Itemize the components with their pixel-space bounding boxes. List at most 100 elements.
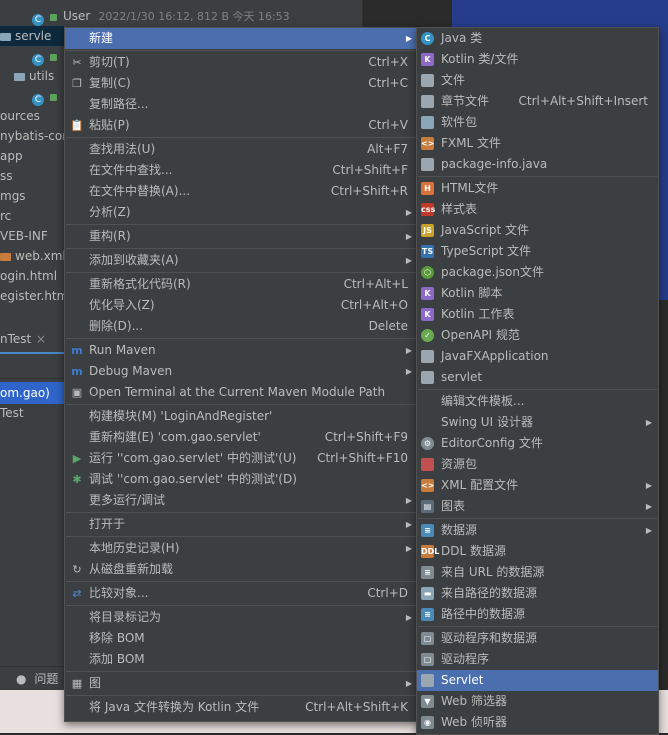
menu-item[interactable]: ▣ Open Terminal at the Current Maven Modu…: [65, 382, 418, 403]
submenu-item[interactable]: 编辑文件模板...: [417, 391, 658, 412]
menu-item[interactable]: ▶ 运行 ''com.gao.servlet' 中的测试'(U) Ctrl+Shif…: [65, 448, 418, 469]
run-tab[interactable]: nTest ×: [0, 330, 64, 354]
java-class-icon: C: [32, 54, 44, 66]
submenu-item[interactable]: ▤ 图表 ▶: [417, 496, 658, 517]
submenu-item[interactable]: 章节文件 Ctrl+Alt+Shift+Insert: [417, 91, 658, 112]
submenu-item[interactable]: 资源包: [417, 454, 658, 475]
menu-item[interactable]: ✂ 剪切(T) Ctrl+X: [65, 52, 418, 73]
submenu-item[interactable]: ▼ Web 筛选器: [417, 691, 658, 712]
menu-item[interactable]: 添加 BOM: [65, 649, 418, 670]
menu-item[interactable]: m Debug Maven ▶: [65, 361, 418, 382]
menu-item[interactable]: 更多运行/调试 ▶: [65, 490, 418, 511]
submenu-item[interactable]: ▬ 来自路径的数据源: [417, 583, 658, 604]
menu-item[interactable]: 复制路径...: [65, 94, 418, 115]
submenu-item[interactable]: K Kotlin 类/文件: [417, 49, 658, 70]
problems-tab[interactable]: ● 问题: [0, 666, 64, 691]
submenu-item[interactable]: ≡ 数据源 ▶: [417, 520, 658, 541]
tree-item[interactable]: C: [0, 86, 63, 106]
tree-item[interactable]: web.xml: [0, 246, 66, 266]
submenu-item[interactable]: JS JavaScript 文件: [417, 220, 658, 241]
tree-item[interactable]: rc: [0, 206, 11, 226]
submenu-item[interactable]: css 样式表: [417, 199, 658, 220]
tree-item[interactable]: servle: [0, 26, 64, 46]
file-icon: [421, 74, 434, 87]
run-test-item[interactable]: Test: [0, 403, 64, 423]
menu-item[interactable]: ↻ 从磁盘重新加载: [65, 559, 418, 580]
tree-item[interactable]: utils: [0, 66, 54, 86]
submenu-item[interactable]: ✓ OpenAPI 规范: [417, 325, 658, 346]
menu-item[interactable]: 移除 BOM: [65, 628, 418, 649]
chevron-right-icon: ▶: [405, 256, 412, 265]
submenu-item[interactable]: ⬡ package.json文件: [417, 262, 658, 283]
menu-item[interactable]: 查找用法(U) Alt+F7: [65, 139, 418, 160]
menu-item[interactable]: 新建 ▶: [65, 28, 418, 49]
close-icon[interactable]: ×: [36, 332, 46, 346]
java-class-icon: C: [32, 94, 44, 106]
menu-item[interactable]: 在文件中替换(A)... Ctrl+Shift+R: [65, 181, 418, 202]
submenu-item[interactable]: Servlet: [417, 670, 658, 691]
tree-item[interactable]: egister.html: [0, 286, 72, 306]
menu-item[interactable]: 📋 粘贴(P) Ctrl+V: [65, 115, 418, 136]
drivers-datasources-icon: ▢: [421, 632, 434, 645]
run-selected-item[interactable]: om.gao): [0, 382, 64, 404]
menu-item-label: 在文件中替换(A)...: [89, 184, 191, 198]
menu-item[interactable]: 重新格式化代码(R) Ctrl+Alt+L: [65, 274, 418, 295]
submenu-item[interactable]: ◉ Web 侦听器: [417, 712, 658, 733]
run-tab-label: nTest: [0, 332, 32, 346]
java-class-icon: C: [421, 32, 434, 45]
menu-item-shortcut: Ctrl+X: [368, 55, 408, 69]
submenu-item[interactable]: ▢ 驱动程序和数据源: [417, 628, 658, 649]
menu-item[interactable]: 删除(D)... Delete: [65, 316, 418, 337]
tree-item-label: ources: [0, 109, 40, 123]
submenu-item[interactable]: K Kotlin 工作表: [417, 304, 658, 325]
menu-item[interactable]: 添加到收藏夹(A) ▶: [65, 250, 418, 271]
submenu-item[interactable]: ≡ 路径中的数据源: [417, 604, 658, 625]
menu-item[interactable]: 打开于 ▶: [65, 514, 418, 535]
menu-item[interactable]: ❐ 复制(C) Ctrl+C: [65, 73, 418, 94]
menu-item-label: 驱动程序: [441, 652, 490, 666]
submenu-item[interactable]: <> FXML 文件: [417, 133, 658, 154]
menu-item[interactable]: 重构(R) ▶: [65, 226, 418, 247]
submenu-item[interactable]: <> XML 配置文件 ▶: [417, 475, 658, 496]
menu-item-label: 路径中的数据源: [441, 607, 526, 621]
submenu-item[interactable]: TS TypeScript 文件: [417, 241, 658, 262]
folder-icon: [0, 33, 11, 41]
menu-item[interactable]: 将 Java 文件转换为 Kotlin 文件 Ctrl+Alt+Shift+K: [65, 697, 418, 718]
submenu-item[interactable]: ⚙ EditorConfig 文件: [417, 433, 658, 454]
tree-item[interactable]: mgs: [0, 186, 26, 206]
tree-item[interactable]: VEB-INF: [0, 226, 48, 246]
tree-item[interactable]: ources: [0, 106, 40, 126]
submenu-item[interactable]: ▢ 驱动程序: [417, 649, 658, 670]
menu-item[interactable]: 本地历史记录(H) ▶: [65, 538, 418, 559]
tree-item[interactable]: ogin.html2: [0, 266, 72, 286]
submenu-item[interactable]: H HTML文件: [417, 178, 658, 199]
menu-item-label: 编辑文件模板...: [441, 394, 525, 408]
menu-item[interactable]: 重新构建(E) 'com.gao.servlet' Ctrl+Shift+F9: [65, 427, 418, 448]
chevron-right-icon: ▶: [405, 520, 412, 529]
menu-item[interactable]: 将目录标记为 ▶: [65, 607, 418, 628]
menu-item[interactable]: ⇄ 比较对象... Ctrl+D: [65, 583, 418, 604]
menu-item-label: 章节文件: [441, 94, 490, 108]
submenu-item[interactable]: 软件包: [417, 112, 658, 133]
submenu-item[interactable]: K Kotlin 脚本: [417, 283, 658, 304]
menu-item[interactable]: m Run Maven ▶: [65, 340, 418, 361]
submenu-item[interactable]: package-info.java: [417, 154, 658, 175]
menu-item-shortcut: Alt+F7: [367, 142, 408, 156]
menu-item[interactable]: 构建模块(M) 'LoginAndRegister': [65, 406, 418, 427]
submenu-item[interactable]: ≡ 来自 URL 的数据源: [417, 562, 658, 583]
tree-item[interactable]: ss: [0, 166, 13, 186]
submenu-item[interactable]: JavaFXApplication: [417, 346, 658, 367]
submenu-item[interactable]: DDL DDL 数据源: [417, 541, 658, 562]
menu-item[interactable]: 优化导入(Z) Ctrl+Alt+O: [65, 295, 418, 316]
submenu-item[interactable]: Swing UI 设计器 ▶: [417, 412, 658, 433]
tree-item[interactable]: app: [0, 146, 23, 166]
tree-item[interactable]: C User 2022/1/30 16:12, 812 B 今天 16:53: [0, 6, 290, 26]
menu-item[interactable]: 分析(Z) ▶: [65, 202, 418, 223]
submenu-item[interactable]: 文件: [417, 70, 658, 91]
menu-item[interactable]: 在文件中查找... Ctrl+Shift+F: [65, 160, 418, 181]
submenu-item[interactable]: servlet: [417, 367, 658, 388]
menu-item[interactable]: ▦ 图 ▶: [65, 673, 418, 694]
submenu-item[interactable]: C Java 类: [417, 28, 658, 49]
menu-item[interactable]: ✱ 调试 ''com.gao.servlet' 中的测试'(D): [65, 469, 418, 490]
menu-separator: [418, 176, 657, 177]
